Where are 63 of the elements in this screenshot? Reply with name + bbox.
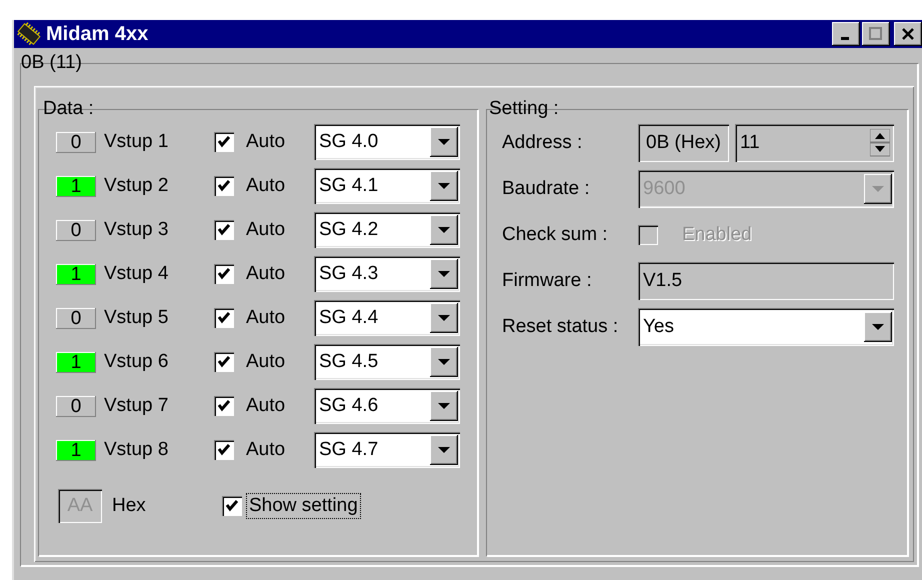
checkbox-label: Auto xyxy=(246,439,286,461)
hex-address: 0B (Hex) xyxy=(638,124,729,162)
checkbox[interactable] xyxy=(214,220,234,240)
checkbox[interactable] xyxy=(214,264,234,284)
signal-dropdown[interactable]: SG 4.0 xyxy=(314,124,460,160)
checkbox[interactable] xyxy=(214,440,234,460)
checkbox-label: Show setting xyxy=(246,493,361,519)
signal-dropdown[interactable]: SG 4.4 xyxy=(314,300,460,336)
close-button[interactable] xyxy=(894,22,922,46)
checkbox[interactable] xyxy=(222,496,242,516)
checkbox-label: Auto xyxy=(246,307,286,329)
minimize-button[interactable] xyxy=(832,22,860,46)
input-indicator: 1 xyxy=(56,176,96,196)
checkbox[interactable] xyxy=(214,396,234,416)
input-indicator: 0 xyxy=(56,132,96,152)
group-label: 0B (11) xyxy=(20,52,83,74)
group-label: Setting : xyxy=(488,98,560,120)
field-label: Address : xyxy=(502,132,584,154)
checkbox-label: Auto xyxy=(246,395,286,417)
input-label: Vstup 2 xyxy=(104,175,170,197)
input-label: Vstup 3 xyxy=(104,219,170,241)
window-title: Midam 4xx xyxy=(46,22,150,46)
signal-dropdown[interactable]: SG 4.2 xyxy=(314,212,460,248)
input-indicator: 0 xyxy=(56,308,96,328)
spin-arrows-icon[interactable] xyxy=(870,129,890,157)
chip-icon xyxy=(16,22,42,46)
address-spinner[interactable]: 11 xyxy=(734,124,894,162)
input-indicator: 1 xyxy=(56,440,96,460)
field-label: Baudrate : xyxy=(502,178,591,200)
input-indicator: 0 xyxy=(56,220,96,240)
input-label: Vstup 8 xyxy=(104,439,170,461)
input-label: Vstup 6 xyxy=(104,351,170,373)
input-label: Vstup 7 xyxy=(104,395,170,417)
input-label: Vstup 1 xyxy=(104,131,170,153)
checkbox-label: Auto xyxy=(246,219,286,241)
checkbox-label: Enabled xyxy=(682,224,752,246)
input-indicator: 1 xyxy=(56,264,96,284)
checkbox-label: Auto xyxy=(246,131,286,153)
checkbox-label: Auto xyxy=(246,351,286,373)
signal-dropdown[interactable]: SG 4.7 xyxy=(314,432,460,468)
signal-dropdown[interactable]: SG 4.3 xyxy=(314,256,460,292)
checkbox[interactable] xyxy=(214,132,234,152)
field-label: Firmware : xyxy=(502,270,593,292)
close-icon[interactable] xyxy=(901,27,915,41)
field-label: Reset status : xyxy=(502,316,620,338)
input-indicator: 1 xyxy=(56,352,96,372)
input-label: Vstup 5 xyxy=(104,307,170,329)
maximize-button[interactable] xyxy=(862,22,890,46)
signal-dropdown[interactable]: SG 4.5 xyxy=(314,344,460,380)
group-label: Data : xyxy=(42,98,95,120)
checkbox-label: Auto xyxy=(246,263,286,285)
checkbox[interactable] xyxy=(214,308,234,328)
signal-dropdown[interactable]: SG 4.6 xyxy=(314,388,460,424)
signal-dropdown[interactable]: SG 4.1 xyxy=(314,168,460,204)
hex-label: Hex xyxy=(112,495,147,517)
checkbox[interactable] xyxy=(214,176,234,196)
checkbox-label: Auto xyxy=(246,175,286,197)
reset-status-dropdown[interactable]: Yes xyxy=(638,308,894,346)
firmware-field: V1.5 xyxy=(638,262,894,300)
input-indicator: 0 xyxy=(56,396,96,416)
input-label: Vstup 4 xyxy=(104,263,170,285)
checkbox[interactable] xyxy=(214,352,234,372)
field-label: Check sum : xyxy=(502,224,609,246)
